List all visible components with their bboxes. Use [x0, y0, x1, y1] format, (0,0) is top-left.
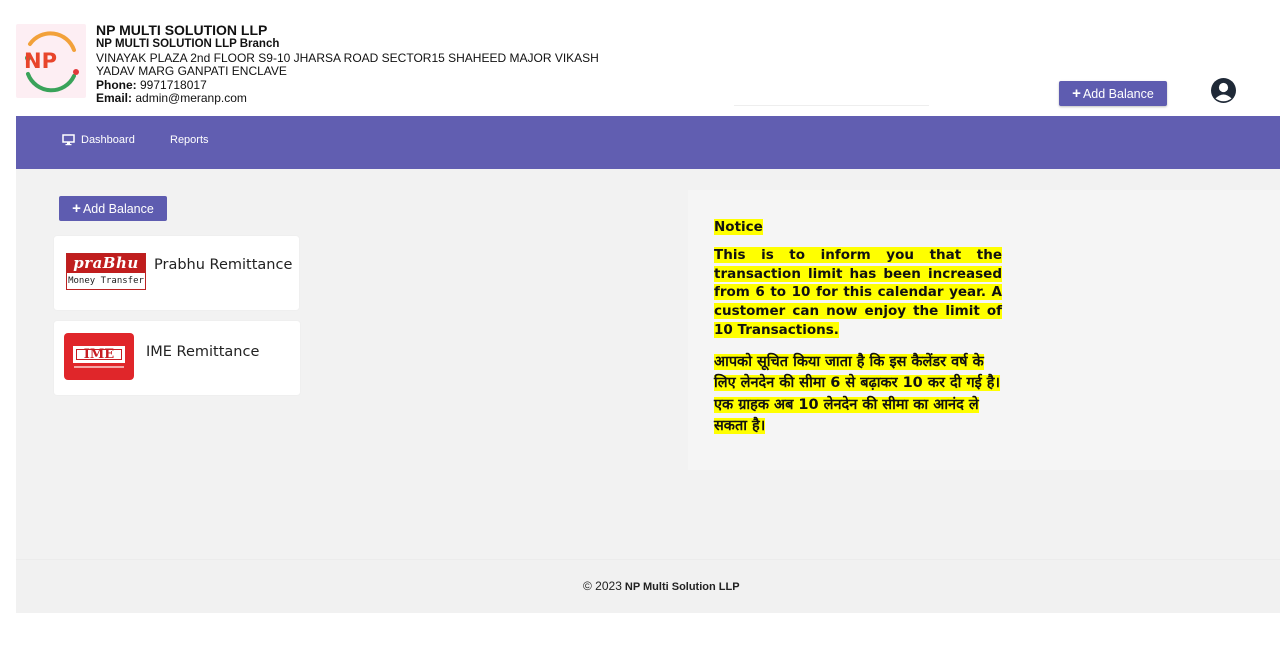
phone-row: Phone: 9971718017 [96, 77, 656, 93]
company-info: NP MULTI SOLUTION LLP NP MULTI SOLUTION … [96, 22, 656, 106]
plus-icon: + [72, 200, 81, 217]
ime-logo-text: IME [73, 346, 125, 363]
footer-copyright: © 2023 NP Multi Solution LLP [583, 579, 740, 593]
header: NP NP MULTI SOLUTION LLP NP MULTI SOLUTI… [0, 0, 1280, 116]
email-value: admin@meranp.com [132, 91, 247, 105]
notice-english: This is to inform you that the transacti… [714, 246, 1002, 340]
phone-value: 9971718017 [136, 77, 207, 92]
service-card-ime[interactable]: IME IME Remittance [54, 321, 300, 395]
nav-reports-label: Reports [170, 134, 209, 146]
notice-title: Notice [714, 219, 763, 235]
notice-english-text: This is to inform you that the transacti… [714, 247, 1002, 338]
email-label: Email: [96, 91, 133, 105]
prabhu-logo-top: praBhu [67, 254, 145, 273]
footer: © 2023 NP Multi Solution LLP [16, 559, 1280, 613]
add-balance-label: Add Balance [82, 201, 154, 216]
footer-company: NP Multi Solution LLP [624, 581, 740, 593]
address-line-1: VINAYAK PLAZA 2nd FLOOR S9-10 JHARSA ROA… [96, 50, 599, 65]
company-logo[interactable]: NP [16, 24, 86, 98]
add-balance-button[interactable]: + Add Balance [59, 196, 167, 221]
copyright-year: © 2023 [583, 579, 622, 593]
header-add-balance-button[interactable]: + Add Balance [1059, 81, 1167, 106]
phone-label: Phone: [96, 77, 137, 92]
notice-hindi: आपको सूचित किया जाता है कि इस कैलेंडर वर… [714, 352, 1002, 438]
plus-icon: + [1072, 85, 1081, 102]
company-name: NP MULTI SOLUTION LLP [96, 22, 268, 38]
email-row: Email: admin@meranp.com [96, 91, 656, 106]
address-line-2: YADAV MARG GANPATI ENCLAVE [96, 64, 287, 78]
branch-name: NP MULTI SOLUTION LLP Branch [96, 38, 280, 50]
service-label-prabhu: Prabhu Remittance [154, 257, 293, 273]
notice-hindi-text: आपको सूचित किया जाता है कि इस कैलेंडर वर… [714, 353, 1000, 435]
nav-dashboard[interactable]: Dashboard [62, 134, 135, 146]
nav-dashboard-label: Dashboard [81, 134, 135, 146]
user-avatar-icon[interactable] [1210, 77, 1237, 104]
main-content: + Add Balance praBhu Money Transfer Prab… [16, 169, 1280, 559]
service-label-ime: IME Remittance [146, 344, 260, 360]
prabhu-logo: praBhu Money Transfer [66, 253, 146, 290]
service-card-prabhu[interactable]: praBhu Money Transfer Prabhu Remittance [54, 236, 299, 310]
prabhu-logo-bottom: Money Transfer [68, 276, 144, 286]
header-add-balance-label: Add Balance [1082, 86, 1154, 101]
navbar: Dashboard Reports [16, 116, 1280, 169]
divider [734, 105, 929, 106]
nav-reports[interactable]: Reports [170, 134, 209, 146]
ime-logo: IME [64, 333, 134, 380]
monitor-icon [62, 134, 75, 146]
notice: Notice This is to inform you that the tr… [714, 218, 1002, 438]
logo-text: NP [24, 49, 57, 73]
